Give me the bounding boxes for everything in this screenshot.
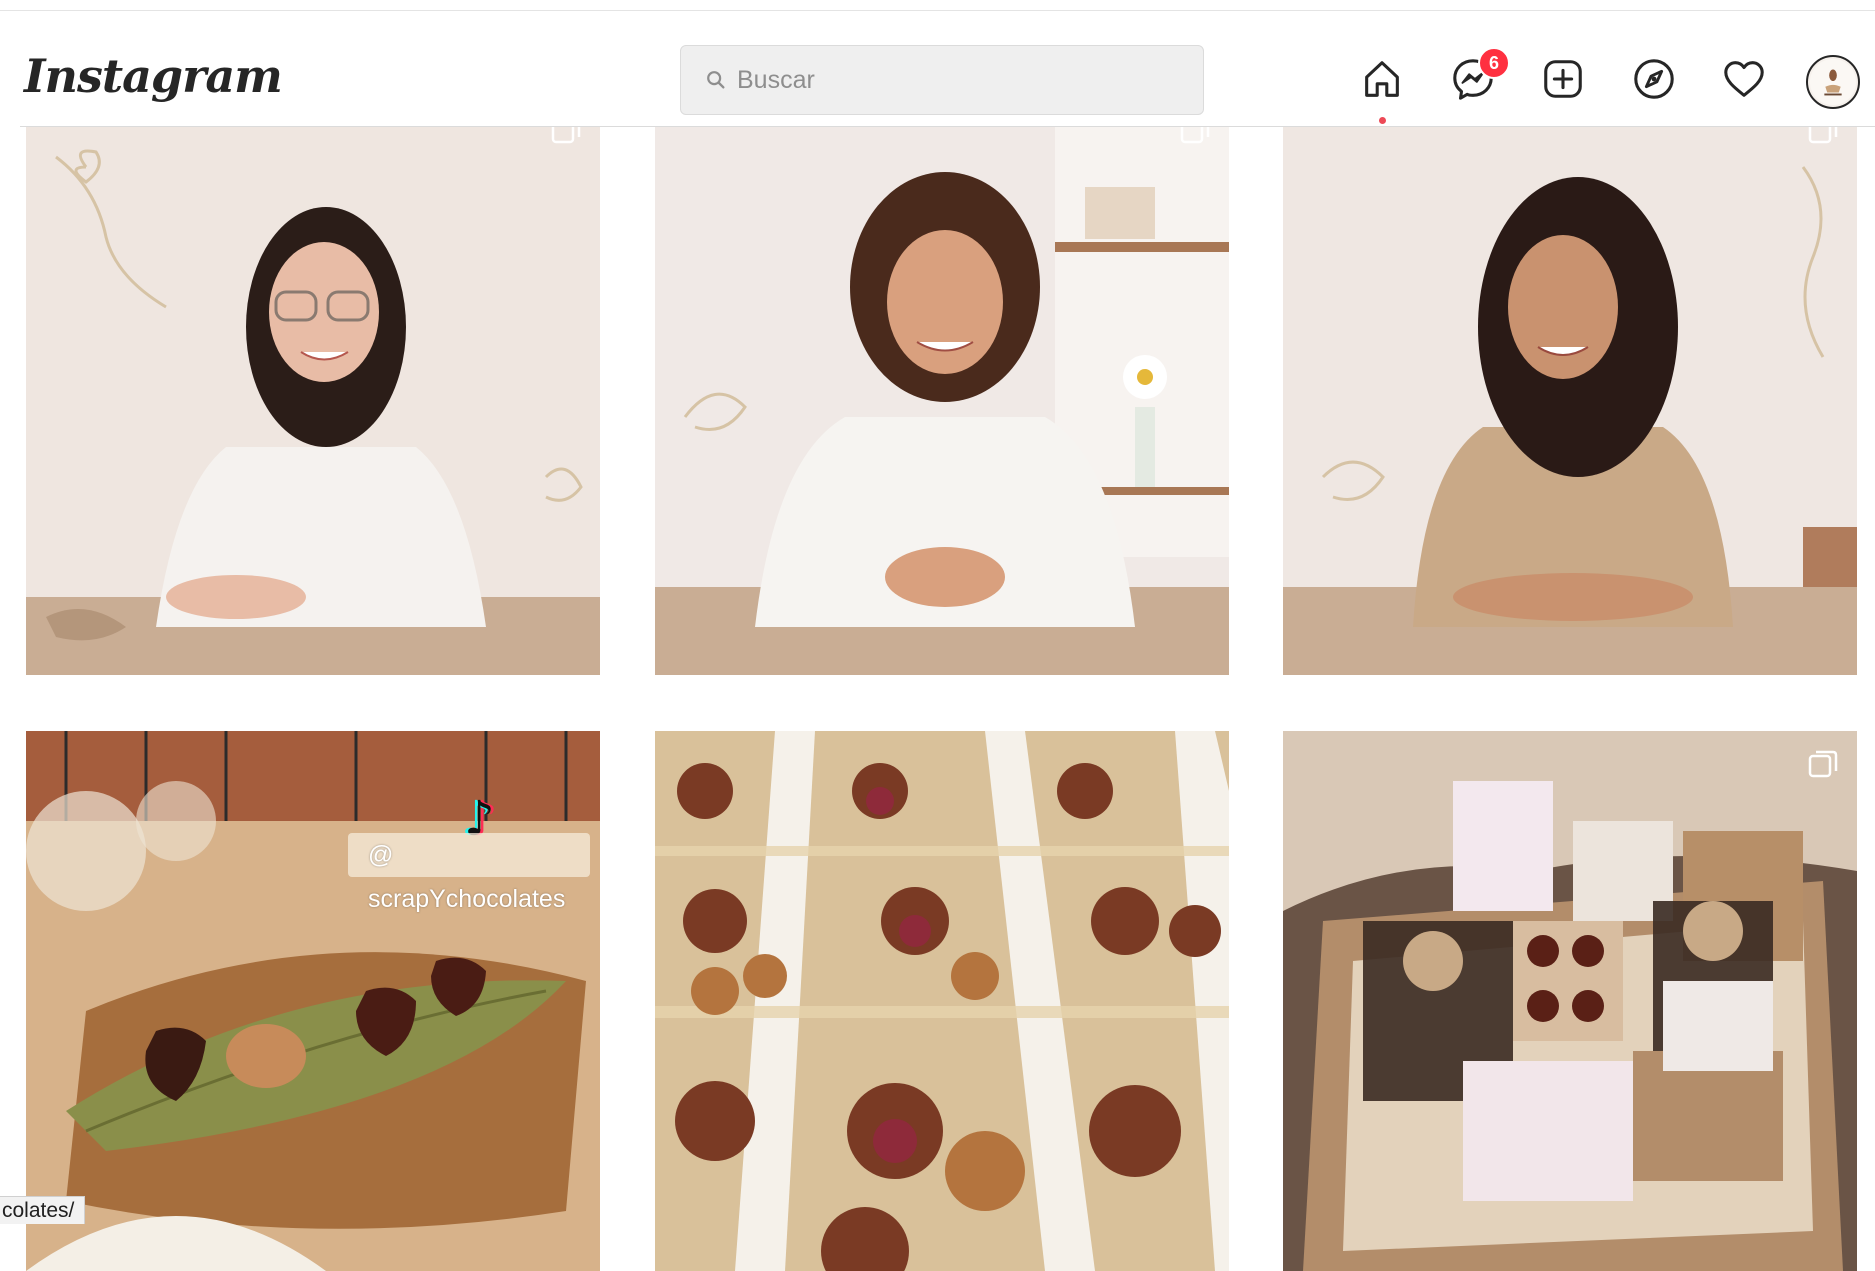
compass-icon	[1634, 59, 1674, 99]
grid-post-1[interactable]	[26, 127, 600, 675]
multiple-images-icon	[551, 127, 581, 144]
home-icon	[1365, 61, 1399, 97]
grid-post-2[interactable]	[655, 127, 1229, 675]
search-icon	[707, 71, 725, 89]
instagram-logo[interactable]: Instagram	[24, 49, 283, 103]
search-input[interactable]	[737, 65, 1177, 95]
multiple-images-icon	[1808, 127, 1838, 144]
messenger-unread-badge: 6	[1478, 47, 1510, 79]
post-image-woman-curly-hair	[655, 127, 1229, 675]
grid-post-5[interactable]	[655, 731, 1229, 1271]
nav-activity-button[interactable]	[1720, 55, 1768, 103]
post-image-gift-box	[1283, 731, 1857, 1271]
profile-avatar[interactable]	[1806, 55, 1860, 109]
search-box[interactable]	[680, 45, 1204, 115]
browser-status-url: colates/	[0, 1196, 86, 1224]
nav-home-button[interactable]	[1358, 55, 1406, 103]
multiple-images-icon	[1180, 127, 1210, 144]
grid-post-6[interactable]	[1283, 731, 1857, 1271]
post-image-chocolates-on-leaf	[26, 731, 600, 1271]
post-image-woman-glasses	[26, 127, 600, 675]
grid-post-4[interactable]: ♪ @ scrapYchocolates	[26, 731, 600, 1271]
multiple-images-icon	[1808, 750, 1838, 778]
post-image-chocolate-box	[655, 731, 1229, 1271]
top-navigation-bar: Instagram 6	[0, 11, 1875, 127]
plus-square-icon	[1544, 60, 1582, 98]
profile-logo-icon	[1809, 58, 1857, 106]
grid-post-3[interactable]	[1283, 127, 1857, 675]
heart-icon	[1724, 61, 1764, 97]
home-active-indicator	[1379, 117, 1386, 124]
tiktok-handle-overlay: @ scrapYchocolates	[348, 833, 590, 913]
post-image-woman-beige-polo	[1283, 127, 1857, 675]
nav-new-post-button[interactable]	[1539, 55, 1587, 103]
nav-explore-button[interactable]	[1630, 55, 1678, 103]
